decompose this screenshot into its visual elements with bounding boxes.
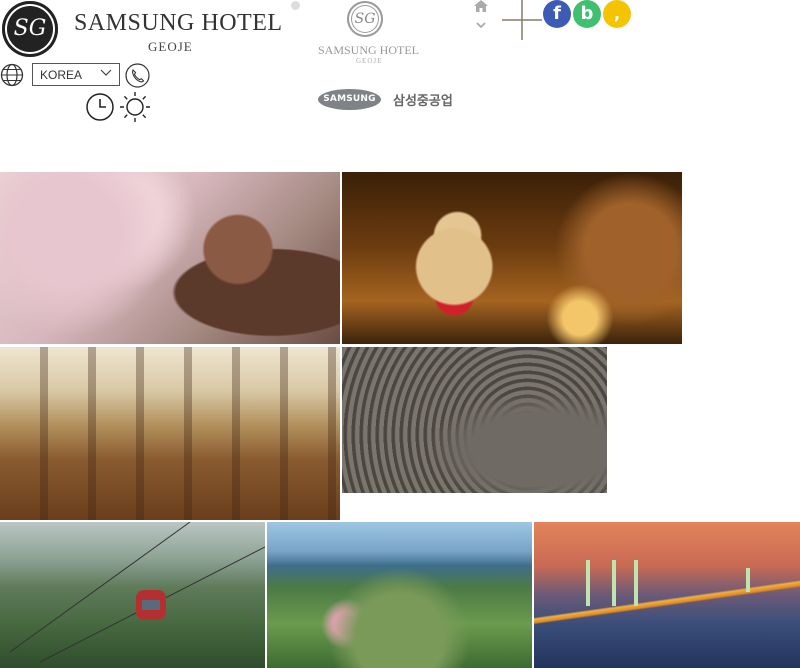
secondary-logo-seal-text: SG <box>354 11 376 27</box>
cable-lines <box>9 522 265 663</box>
hotel-logo-seal[interactable]: SG <box>2 1 58 57</box>
photo-stone-wall-path[interactable] <box>342 347 607 493</box>
status-dot <box>291 1 300 10</box>
secondary-logo-location: GEOJE <box>356 57 383 65</box>
clock-icon[interactable] <box>85 92 115 122</box>
photo-cherry-blossom[interactable] <box>0 172 340 344</box>
language-select[interactable]: KOREA <box>32 63 120 86</box>
hotel-logo-name[interactable]: SAMSUNG HOTEL <box>74 10 283 37</box>
samsung-logo[interactable]: SAMSUNG <box>318 89 381 110</box>
facebook-button[interactable]: f <box>543 0 571 28</box>
bridge-tower <box>586 560 590 606</box>
secondary-logo-name: SAMSUNG HOTEL <box>318 43 420 57</box>
chevron-down-icon[interactable] <box>475 20 487 30</box>
photo-cable-car[interactable] <box>0 522 265 668</box>
kakao-story-button[interactable]: , <box>603 0 631 28</box>
bridge-tower <box>746 568 750 592</box>
bridge-tower <box>612 560 616 606</box>
globe-icon <box>0 63 24 87</box>
photo-teddy-bear[interactable] <box>342 172 682 344</box>
logo-seal-text: SG <box>13 16 47 41</box>
photo-garden[interactable] <box>267 522 532 668</box>
plus-icon[interactable] <box>502 0 542 40</box>
hotel-logo-location: GEOJE <box>148 39 193 54</box>
phone-icon[interactable] <box>125 63 150 88</box>
photo-restaurant[interactable] <box>0 347 340 520</box>
photo-bridge-night[interactable] <box>534 522 800 668</box>
bridge-tower <box>634 560 638 606</box>
sun-icon[interactable] <box>118 90 152 124</box>
blog-button[interactable]: b <box>573 0 601 28</box>
cable-car-window <box>142 600 160 610</box>
home-icon[interactable] <box>474 0 488 12</box>
chevron-down-icon <box>100 69 112 76</box>
language-select-value: KOREA <box>40 68 83 82</box>
secondary-logo-seal[interactable]: SG <box>347 1 383 37</box>
samsung-heavy-industries-label[interactable]: 삼성중공업 <box>393 90 453 109</box>
